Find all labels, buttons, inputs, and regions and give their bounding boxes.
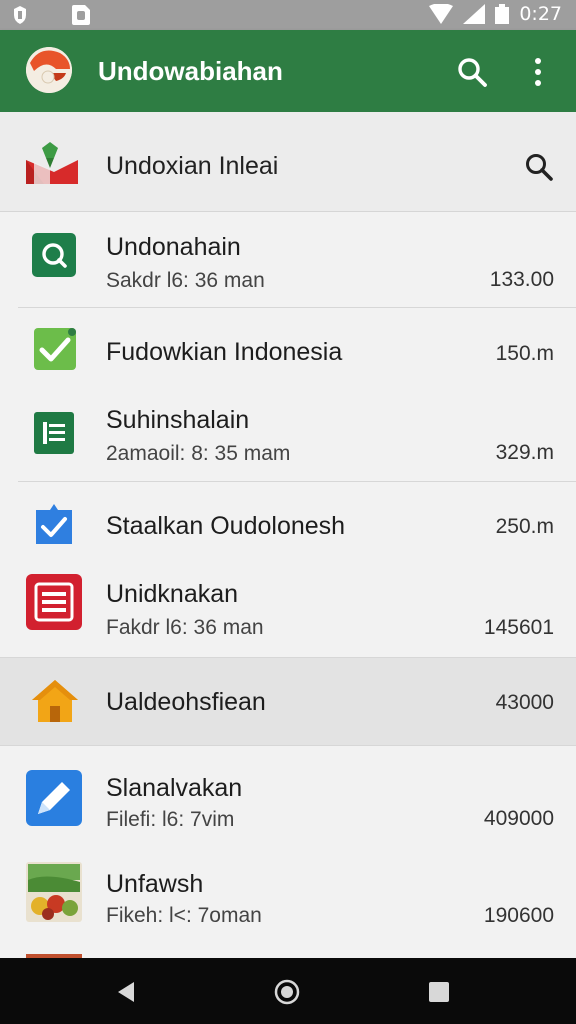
list-item[interactable]: Undonahain Sakdr l6: 36 man 133.00 (0, 213, 576, 307)
home-icon (32, 680, 78, 722)
item-value: 250.m (495, 515, 554, 538)
item-value: 43000 (495, 691, 554, 714)
list-item[interactable]: Ualdeohsfiean 43000 (0, 658, 576, 746)
app-logo-icon (26, 47, 72, 93)
search-icon[interactable] (456, 56, 488, 88)
search-icon[interactable] (524, 152, 554, 182)
battery-icon (495, 4, 510, 24)
pen-icon (26, 770, 82, 826)
app-title: Undowabiahan (98, 56, 283, 86)
status-time: 0:27 (519, 3, 562, 25)
search-app-icon (32, 233, 76, 277)
document-icon (26, 574, 82, 630)
item-value: 133.00 (489, 268, 554, 291)
search-header-row[interactable]: Undoxian Inleai (0, 112, 576, 212)
item-title: Slanalvakan (106, 774, 243, 802)
item-subtitle: Fikeh: l<: 7oman (106, 904, 262, 927)
item-subtitle: Sakdr l6: 36 man (106, 269, 265, 292)
flag-icon (26, 142, 78, 184)
more-vert-icon[interactable] (528, 56, 548, 88)
status-bar: 0:27 (0, 0, 576, 30)
checkbox-icon (34, 328, 76, 370)
signal-icon (463, 4, 486, 24)
list-doc-icon (34, 412, 74, 454)
item-title: Unidknakan (106, 580, 239, 608)
item-subtitle: Fakdr l6: 36 man (106, 616, 264, 639)
item-value: 145601 (483, 616, 554, 639)
search-header-label: Undoxian Inleai (106, 152, 279, 180)
app-bar: Undowabiahan (0, 30, 576, 112)
list-item[interactable]: Suhinshalain 2amaoil: 8: 35 mam 329.m (0, 394, 576, 482)
list-item[interactable]: Fudowkian Indonesia 150.m (0, 308, 576, 394)
item-subtitle: 2amaoil: 8: 35 mam (106, 442, 291, 465)
item-value: 190600 (483, 904, 554, 927)
item-title: Unfawsh (106, 870, 204, 898)
wifi-icon (429, 4, 454, 24)
item-value: 329.m (495, 441, 554, 464)
list-item[interactable]: Slanalvakan Filefi: l6: 7vim 409000 (0, 746, 576, 850)
list-item[interactable]: Unidknakan Fakdr l6: 36 man 145601 (0, 568, 576, 658)
item-title: Undonahain (106, 233, 241, 261)
item-value: 409000 (483, 807, 554, 830)
item-title: Fudowkian Indonesia (106, 338, 343, 366)
item-title: Staalkan Oudolonesh (106, 512, 346, 540)
item-title: Suhinshalain (106, 406, 250, 434)
list-item[interactable]: Staalkan Oudolonesh 250.m (0, 482, 576, 568)
food-photo-icon (26, 862, 82, 922)
sim-card-icon (72, 5, 90, 25)
back-icon[interactable] (114, 980, 138, 1004)
recents-icon[interactable] (428, 981, 450, 1003)
shield-status-icon (14, 6, 26, 24)
list-item[interactable]: Unfawsh Fikeh: l<: 7oman 190600 (0, 850, 576, 950)
check-shield-icon (36, 504, 72, 544)
navigation-bar (0, 958, 576, 1024)
home-circle-icon[interactable] (274, 979, 300, 1005)
list-item[interactable] (0, 950, 576, 958)
item-value: 150.m (495, 342, 554, 365)
item-title: Ualdeohsfiean (106, 688, 266, 716)
item-subtitle: Filefi: l6: 7vim (106, 808, 235, 831)
